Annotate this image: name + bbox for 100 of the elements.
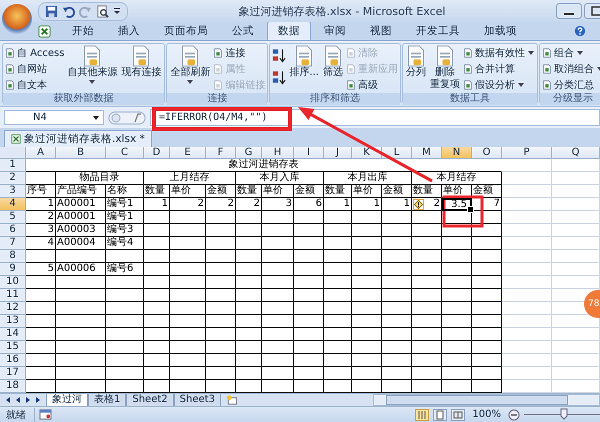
row-header[interactable]: 18 <box>0 380 26 393</box>
empty-cell <box>412 237 442 250</box>
row-header[interactable]: 11 <box>0 289 26 302</box>
ribbon-button[interactable]: 假设分析 <box>462 77 535 92</box>
ribbon-button[interactable]: 取消组合 <box>542 61 600 76</box>
column-header[interactable]: I <box>294 147 324 159</box>
sheet-tab[interactable]: Sheet3 <box>174 394 221 406</box>
row-header[interactable]: 12 <box>0 302 26 315</box>
ribbon-tab[interactable]: 加载项 <box>473 21 528 40</box>
column-header[interactable]: B <box>56 147 106 159</box>
column-header[interactable]: J <box>324 147 352 159</box>
ribbon-button[interactable]: 分类汇总 <box>542 77 600 92</box>
ribbon-button[interactable]: 连接 <box>213 45 266 60</box>
group-label: 连接 <box>167 93 268 105</box>
row-header[interactable]: 2 <box>0 172 26 185</box>
empty-cell <box>442 211 472 224</box>
ribbon-button[interactable]: 高级 <box>346 77 398 92</box>
ribbon-button[interactable]: 自网站 <box>5 61 64 76</box>
ribbon-tab[interactable]: 视图 <box>359 21 403 40</box>
row-header[interactable]: 16 <box>0 354 26 367</box>
sheet-tab[interactable]: 象过河 <box>46 394 88 406</box>
column-header[interactable]: O <box>472 147 502 159</box>
help-icon[interactable] <box>574 25 586 37</box>
column-header[interactable]: A <box>26 147 56 159</box>
ribbon-tab[interactable]: 公式 <box>221 21 265 40</box>
row-header[interactable]: 5 <box>0 211 26 224</box>
column-header[interactable]: C <box>106 147 144 159</box>
column-header[interactable]: F <box>206 147 236 159</box>
ribbon-button[interactable]: 数据有效性 <box>462 45 535 60</box>
column-header[interactable]: E <box>170 147 206 159</box>
page-break-view-button[interactable] <box>451 408 466 420</box>
sheet-tab[interactable]: Sheet2 <box>126 394 174 406</box>
ribbon-tab[interactable]: 页面布局 <box>153 21 219 40</box>
empty-cell <box>170 302 206 315</box>
insert-sheet-icon[interactable] <box>224 394 239 406</box>
sheet-tab[interactable]: 表格1 <box>88 394 126 406</box>
column-header[interactable]: L <box>382 147 412 159</box>
row-header[interactable]: 8 <box>0 250 26 263</box>
ribbon-tab[interactable]: 插入 <box>107 21 151 40</box>
row-header[interactable]: 1 <box>0 159 26 172</box>
sort-descending-icon[interactable] <box>272 69 286 86</box>
empty-cell <box>56 341 106 354</box>
name-box[interactable]: N4 <box>4 110 104 125</box>
empty-cell <box>412 315 442 328</box>
row-header[interactable]: 10 <box>0 276 26 289</box>
empty-cell <box>442 315 472 328</box>
caret-icon <box>576 50 583 54</box>
office-button[interactable] <box>2 4 32 34</box>
column-header[interactable]: G <box>236 147 262 159</box>
column-header[interactable]: P <box>502 147 552 159</box>
workbook-tab[interactable]: 象过河进销存表格.xlsx * <box>4 130 152 147</box>
ribbon-button[interactable]: 合并计算 <box>462 61 535 76</box>
row-header[interactable]: 7 <box>0 237 26 250</box>
row-header[interactable]: 15 <box>0 341 26 354</box>
excel-icon[interactable] <box>38 24 51 38</box>
ribbon-button[interactable]: 自文本 <box>5 77 64 92</box>
ribbon-button[interactable]: 自其他来源 <box>66 45 118 85</box>
row-header[interactable]: 4 <box>0 198 26 211</box>
row-header[interactable]: 3 <box>0 185 26 198</box>
customize-caret-icon[interactable] <box>113 7 121 15</box>
slider-thumb[interactable] <box>560 408 568 420</box>
warning-icon[interactable] <box>413 198 424 210</box>
print-preview-icon[interactable] <box>96 4 109 18</box>
row-header[interactable]: 9 <box>0 263 26 276</box>
macro-record-icon[interactable] <box>39 409 52 420</box>
horizontal-scrollbar[interactable] <box>373 394 600 406</box>
row-header[interactable]: 6 <box>0 224 26 237</box>
empty-cell <box>262 328 294 341</box>
row-header[interactable]: 17 <box>0 367 26 380</box>
undo-icon[interactable] <box>62 4 75 18</box>
row-header[interactable]: 14 <box>0 328 26 341</box>
ribbon-tab[interactable]: 数据 <box>267 21 311 40</box>
ribbon-tab[interactable]: 开始 <box>61 21 105 40</box>
ribbon-button[interactable]: 删除 重复项 <box>428 45 461 91</box>
column-header[interactable]: N <box>442 147 472 159</box>
ribbon-button[interactable]: 筛选 <box>322 45 344 79</box>
ribbon-button[interactable]: 排序... <box>288 45 320 79</box>
fill-handle[interactable] <box>467 206 474 213</box>
minimize-button[interactable] <box>556 3 582 19</box>
save-icon[interactable] <box>45 4 58 18</box>
empty-cell <box>106 367 144 380</box>
column-header[interactable]: Q <box>552 147 600 159</box>
ribbon-tab[interactable]: 开发工具 <box>405 21 471 40</box>
column-header[interactable]: D <box>144 147 170 159</box>
sort-ascending-icon[interactable] <box>272 47 286 64</box>
ribbon-tab[interactable]: 审阅 <box>313 21 357 40</box>
document-icon <box>82 45 102 67</box>
ribbon-button[interactable]: 分列 <box>404 45 427 79</box>
row-header[interactable]: 13 <box>0 315 26 328</box>
page-layout-view-button[interactable] <box>433 408 448 420</box>
formula-field[interactable]: =IFERROR(O4/M4,"") <box>150 109 600 126</box>
ribbon-button[interactable]: 全部刷新 <box>169 45 212 85</box>
empty-cell <box>144 263 170 276</box>
column-header[interactable]: H <box>262 147 294 159</box>
column-header[interactable]: M <box>412 147 442 159</box>
ribbon-button[interactable]: 组合 <box>542 45 600 60</box>
ribbon-button[interactable]: 现有连接 <box>120 45 162 79</box>
ribbon-button[interactable]: 自 Access <box>5 45 64 60</box>
normal-view-button[interactable] <box>415 408 430 420</box>
zoom-out-button[interactable] <box>508 408 520 420</box>
